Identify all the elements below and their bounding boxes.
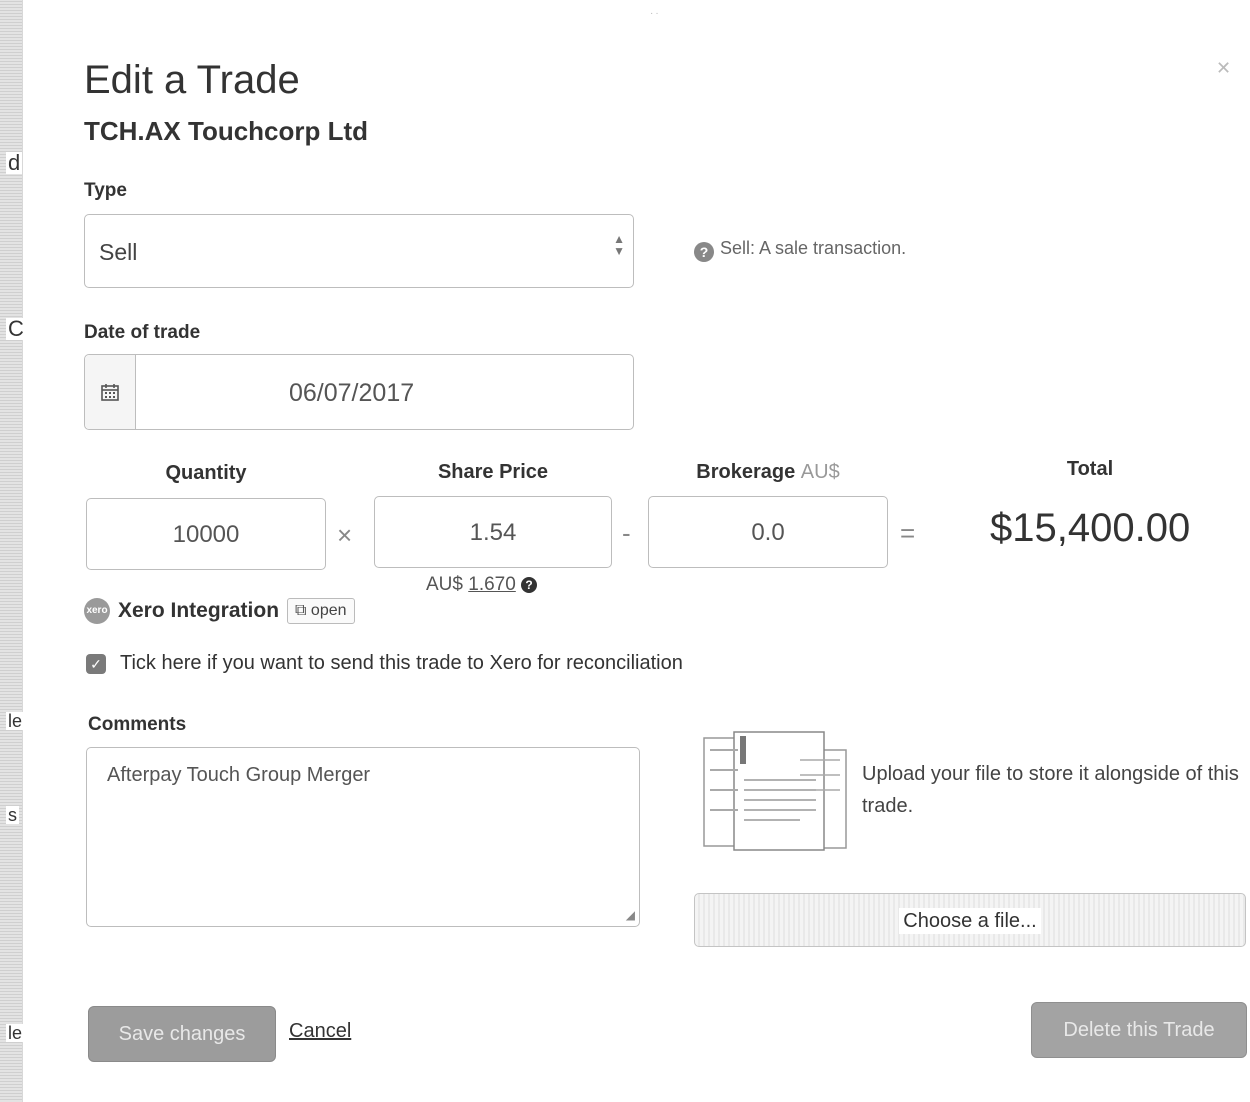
minus-sign: -: [622, 518, 631, 548]
total-label: Total: [1066, 458, 1114, 480]
xero-open-button[interactable]: ⧉ open: [287, 598, 355, 624]
documents-icon: [700, 730, 850, 860]
comments-label: Comments: [88, 714, 187, 735]
brokerage-label: Brokerage AU$: [648, 461, 888, 484]
type-select[interactable]: Sell ▲ ▼: [84, 214, 634, 288]
xero-integration-row: xero Xero Integration ⧉ open: [84, 598, 355, 624]
close-icon[interactable]: ✕: [1216, 58, 1231, 79]
total-value: $15,400.00: [990, 506, 1191, 550]
background-text: d: [6, 150, 23, 175]
background-text: C: [6, 316, 26, 341]
xero-send-checkbox[interactable]: ✓: [86, 653, 106, 674]
comments-value: Afterpay Touch Group Merger: [107, 764, 371, 786]
brokerage-input[interactable]: 0.0: [648, 496, 888, 568]
type-label: Type: [84, 180, 127, 201]
date-field[interactable]: 06/07/2017: [84, 354, 634, 430]
multiply-sign: ×: [337, 520, 353, 550]
brokerage-label-text: Brokerage: [696, 461, 796, 483]
price-conversion: AU$ 1.670 ?: [426, 574, 538, 596]
resize-handle-icon[interactable]: ◢: [626, 908, 635, 922]
xero-send-row: ✓ Tick here if you want to send this tra…: [86, 652, 683, 675]
background-page-strip: d C le s le: [0, 0, 26, 1102]
save-changes-button[interactable]: Save changes: [88, 1006, 276, 1062]
type-hint: ? Sell: A sale transaction.: [694, 238, 906, 262]
xero-send-label: Tick here if you want to send this trade…: [120, 652, 683, 674]
quantity-label: Quantity: [165, 462, 247, 484]
delete-trade-button[interactable]: Delete this Trade: [1031, 1002, 1247, 1058]
equals-sign: =: [900, 518, 916, 548]
quantity-input[interactable]: 10000: [86, 498, 326, 570]
help-icon[interactable]: ?: [521, 577, 538, 593]
conversion-currency: AU$: [426, 574, 463, 595]
xero-title: Xero Integration: [118, 599, 280, 622]
select-arrows-icon: ▲ ▼: [613, 232, 625, 258]
brokerage-currency: AU$: [800, 461, 840, 483]
xero-open-label: open: [310, 602, 347, 619]
dialog-title: Edit a Trade: [84, 58, 300, 102]
background-text: le: [6, 1023, 25, 1043]
conversion-value-link[interactable]: 1.670: [468, 574, 516, 595]
background-text: le: [6, 711, 25, 731]
drag-handle: ··: [650, 8, 661, 19]
date-label: Date of trade: [84, 322, 201, 343]
date-value: 06/07/2017: [289, 379, 415, 407]
calendar-icon[interactable]: [85, 355, 136, 429]
help-icon: ?: [694, 242, 714, 262]
external-link-icon: ⧉: [295, 602, 307, 619]
comments-textarea[interactable]: Afterpay Touch Group Merger ◢: [86, 747, 640, 927]
choose-file-button[interactable]: Choose a file...: [694, 893, 1246, 947]
share-price-label: Share Price: [437, 461, 549, 483]
choose-file-label: Choose a file...: [899, 908, 1041, 934]
type-select-value: Sell: [99, 239, 138, 265]
xero-logo-icon: xero: [84, 598, 110, 624]
upload-instructions: Upload your file to store it alongside o…: [862, 763, 1239, 817]
type-hint-text: Sell: A sale transaction.: [720, 238, 907, 258]
cancel-link[interactable]: Cancel: [289, 1020, 351, 1043]
background-text: s: [6, 805, 19, 825]
dialog-subtitle: TCH.AX Touchcorp Ltd: [84, 116, 369, 146]
share-price-input[interactable]: 1.54: [374, 496, 612, 568]
